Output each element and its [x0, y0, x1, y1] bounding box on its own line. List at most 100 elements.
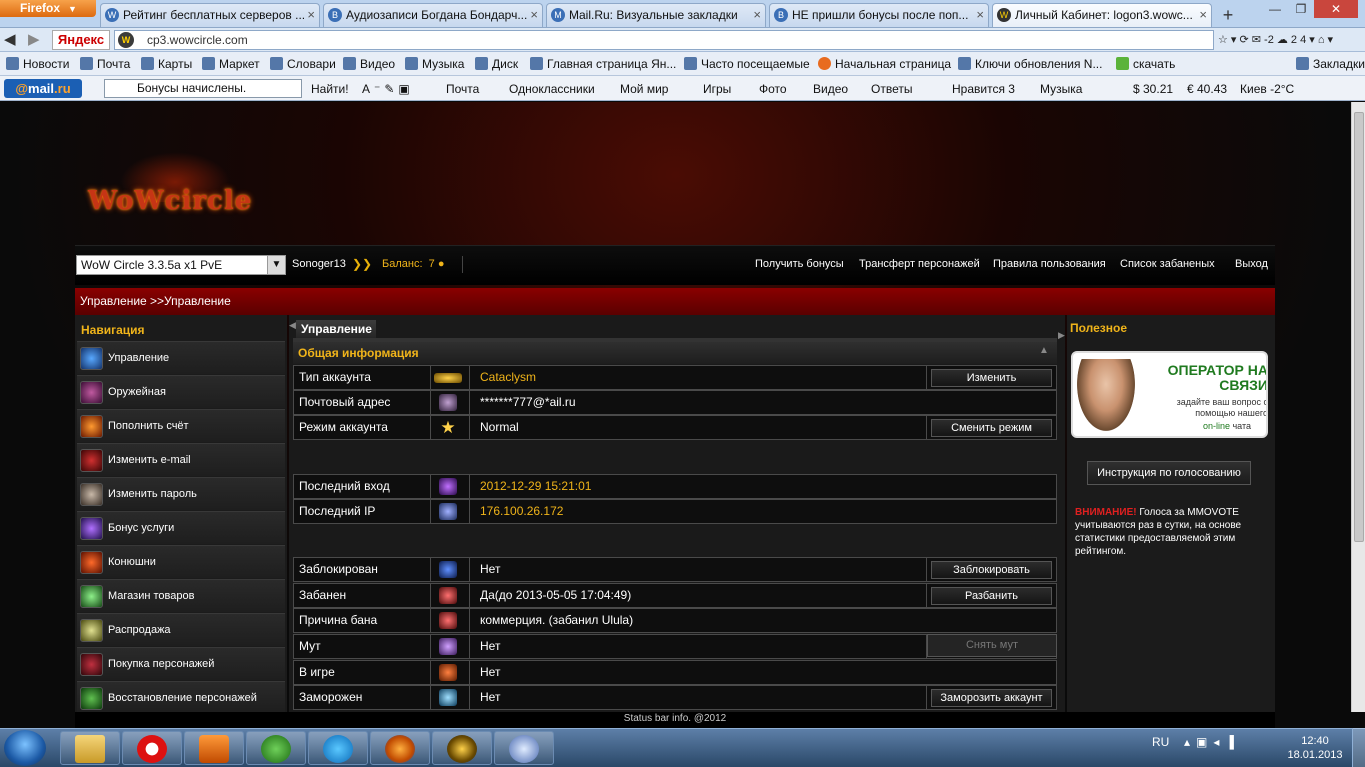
bookmark-disk[interactable]: Диск — [475, 56, 518, 72]
bookmarks-menu[interactable]: Закладки — [1296, 56, 1365, 72]
change-mode-button[interactable]: Сменить режим — [931, 419, 1052, 437]
toolbar-odnoklassniki[interactable]: Одноклассники — [509, 81, 595, 97]
voting-instructions-button[interactable]: Инструкция по голосованию — [1087, 461, 1251, 485]
nav-item-manage[interactable]: Управление — [77, 341, 285, 374]
bookmark-icon — [684, 57, 697, 70]
toolbar-weather[interactable]: Киев -2°C — [1240, 81, 1294, 97]
nav-item-stables[interactable]: Конюшни — [77, 545, 285, 578]
firefox-menu-button[interactable]: Firefox ▼ — [0, 0, 96, 17]
back-arrow-icon[interactable]: ◀ — [4, 30, 16, 48]
bookmark-download[interactable]: скачать — [1116, 56, 1175, 72]
tab-rating[interactable]: W Рейтинг бесплатных серверов ... × — [100, 3, 320, 27]
bookmark-most-visited[interactable]: Часто посещаемые — [684, 56, 810, 72]
button-cell: Заморозить аккаунт — [926, 686, 1056, 709]
shield-icon — [439, 561, 457, 578]
taskbar-media-player[interactable] — [184, 731, 244, 765]
tab-bonus-thread[interactable]: В НЕ пришли бонусы после поп... × — [769, 3, 989, 27]
nav-item-change-email[interactable]: Изменить e-mail — [77, 443, 285, 476]
nav-item-bonus-services[interactable]: Бонус услуги — [77, 511, 285, 544]
bookmark-maps[interactable]: Карты — [141, 56, 192, 72]
taskbar-explorer[interactable] — [60, 731, 120, 765]
close-icon[interactable]: × — [976, 4, 984, 26]
nav-item-armory[interactable]: Оружейная — [77, 375, 285, 408]
toolbar-likes[interactable]: Нравится 3 — [952, 81, 1015, 97]
mailru-search-input[interactable]: Бонусы начислены. — [104, 79, 302, 98]
change-account-type-button[interactable]: Изменить — [931, 369, 1052, 387]
row-value: Нет — [480, 690, 501, 704]
nav-item-shop[interactable]: Магазин товаров — [77, 579, 285, 612]
freeze-account-button[interactable]: Заморозить аккаунт — [931, 689, 1052, 707]
toolbar-music[interactable]: Музыка — [1040, 81, 1082, 97]
nav-item-sale[interactable]: Распродажа — [77, 613, 285, 646]
bookmark-market[interactable]: Маркет — [202, 56, 260, 72]
bookmark-mail[interactable]: Почта — [80, 56, 130, 72]
tray-icons[interactable]: ▴▣◂▐ — [1184, 735, 1240, 749]
nav-item-change-password[interactable]: Изменить пароль — [77, 477, 285, 510]
toolbar-usd-rate[interactable]: $ 30.21 — [1133, 81, 1173, 97]
taskbar-wow[interactable] — [432, 731, 492, 765]
forward-arrow-icon[interactable]: ▶ — [28, 30, 40, 48]
link-character-transfer[interactable]: Трансферт персонажей — [859, 258, 980, 270]
nav-toolbar-icons[interactable]: ☆ ▾ ⟳ ✉ -2 ☁ 2 4 ▾ ⌂ ▾ — [1218, 30, 1333, 50]
nav-item-buy-characters[interactable]: Покупка персонажей — [77, 647, 285, 680]
tab-mailru-bookmarks[interactable]: M Mail.Ru: Визуальные закладки × — [546, 3, 766, 27]
toolbar-mail[interactable]: Почта — [446, 81, 479, 97]
site-logo[interactable]: WoWcircle — [88, 186, 252, 216]
language-indicator[interactable]: RU — [1152, 735, 1169, 749]
address-bar[interactable]: cp3.wowcircle.com — [114, 30, 1214, 50]
tab-cabinet[interactable]: W Личный Кабинет: logon3.wowc... × — [992, 3, 1212, 27]
taskbar-opera[interactable] — [122, 731, 182, 765]
mailru-logo[interactable]: @mail.ru — [4, 79, 82, 98]
bookmark-yandex-home[interactable]: Главная страница Ян... — [530, 56, 676, 72]
close-icon[interactable]: × — [530, 4, 538, 26]
new-tab-button[interactable]: + — [1216, 4, 1240, 26]
bookmark-update-keys[interactable]: Ключи обновления N... — [958, 56, 1102, 72]
find-button[interactable]: Найти! — [311, 81, 349, 97]
page-scrollbar[interactable] — [1351, 102, 1365, 712]
toolbar-games[interactable]: Игры — [703, 81, 731, 97]
bookmark-news[interactable]: Новости — [6, 56, 69, 72]
start-button[interactable] — [4, 730, 46, 766]
restore-icon — [80, 687, 103, 710]
unban-button[interactable]: Разбанить — [931, 587, 1052, 605]
tab-audio[interactable]: В Аудиозаписи Богдана Бондарч... × — [323, 3, 543, 27]
collapse-icon[interactable]: ▲ — [1039, 345, 1049, 356]
yandex-button[interactable]: Яндекс — [52, 30, 110, 50]
vk-icon: В — [328, 8, 342, 22]
bookmark-start-page[interactable]: Начальная страница — [818, 56, 951, 72]
taskbar-launcher[interactable] — [494, 731, 554, 765]
toolbar-photo[interactable]: Фото — [759, 81, 787, 97]
close-icon[interactable]: × — [1199, 4, 1207, 26]
support-chat-banner[interactable]: ОПЕРАТОР НА СВЯЗИ задайте ваш вопрос с п… — [1071, 351, 1268, 438]
toolbar-video[interactable]: Видео — [813, 81, 848, 97]
bookmark-video[interactable]: Видео — [343, 56, 395, 72]
tab-manage[interactable]: Управление — [296, 320, 376, 338]
nav-item-topup[interactable]: Пополнить счёт — [77, 409, 285, 442]
link-terms[interactable]: Правила пользования — [993, 258, 1106, 270]
nav-item-restore-characters[interactable]: Восстановление персонажей — [77, 681, 285, 712]
toolbar-my-world[interactable]: Мой мир — [620, 81, 668, 97]
taskbar-skype[interactable] — [308, 731, 368, 765]
maximize-button[interactable]: ❐ — [1288, 0, 1314, 18]
toolbar-eur-rate[interactable]: € 40.43 — [1187, 81, 1227, 97]
minimize-button[interactable]: — — [1262, 0, 1288, 18]
show-desktop-button[interactable] — [1352, 728, 1365, 767]
link-logout[interactable]: Выход — [1235, 258, 1268, 270]
close-window-button[interactable]: ✕ — [1314, 0, 1358, 18]
link-get-bonuses[interactable]: Получить бонусы — [755, 258, 844, 270]
realm-select[interactable]: WoW Circle 3.3.5a x1 PvE ▼ — [76, 255, 286, 275]
taskbar-clock[interactable]: 12:40 18.01.2013 — [1282, 734, 1348, 762]
bookmark-music[interactable]: Музыка — [405, 56, 464, 72]
chevron-down-icon[interactable]: ▼ — [267, 256, 285, 274]
scrollbar-thumb[interactable] — [1354, 112, 1364, 542]
close-icon[interactable]: × — [753, 4, 761, 26]
taskbar-firefox[interactable] — [370, 731, 430, 765]
close-icon[interactable]: × — [307, 4, 315, 26]
link-banned-list[interactable]: Список забаненых — [1120, 258, 1215, 270]
bookmark-dictionaries[interactable]: Словари — [270, 56, 336, 72]
unmute-button[interactable]: Снять мут — [927, 634, 1057, 657]
block-button[interactable]: Заблокировать — [931, 561, 1052, 579]
taskbar-utorrent[interactable] — [246, 731, 306, 765]
toolbar-tool-icons[interactable]: A⁻✎▣ — [362, 81, 440, 97]
toolbar-answers[interactable]: Ответы — [871, 81, 912, 97]
